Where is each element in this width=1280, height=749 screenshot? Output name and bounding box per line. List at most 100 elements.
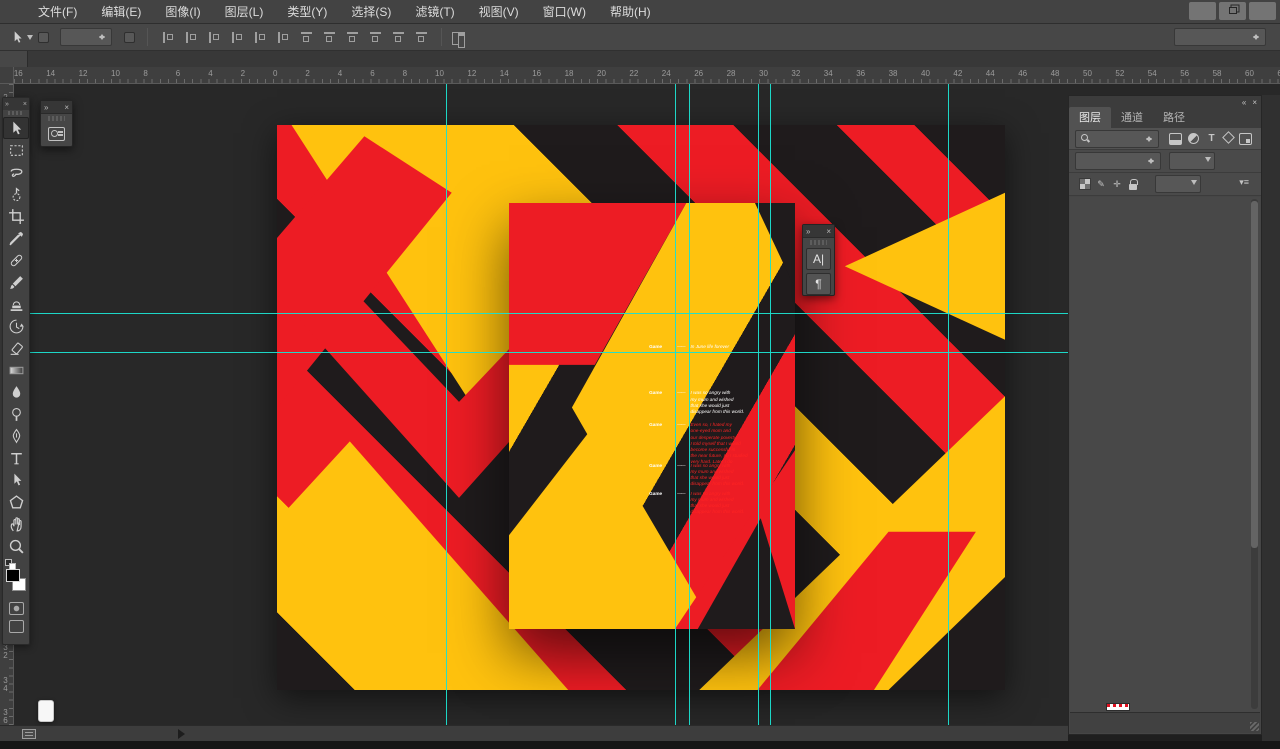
menu-item[interactable]: 视图(V): [467, 0, 531, 24]
opacity-dropdown[interactable]: [1169, 152, 1215, 170]
menu-item[interactable]: 帮助(H): [598, 0, 663, 24]
guide[interactable]: [446, 84, 447, 725]
clone-stamp-tool[interactable]: [3, 293, 29, 315]
quick-selection-tool[interactable]: [3, 183, 29, 205]
expand-icon[interactable]: »: [806, 227, 810, 236]
restore-button[interactable]: [1219, 2, 1246, 20]
eraser-tool[interactable]: [3, 337, 29, 359]
panel-grip[interactable]: [810, 240, 827, 245]
guide[interactable]: [689, 84, 690, 725]
menu-item[interactable]: 图像(I): [153, 0, 212, 24]
rectangular-marquee-tool[interactable]: [3, 139, 29, 161]
dodge-tool[interactable]: [3, 403, 29, 425]
blend-mode-dropdown[interactable]: [1075, 152, 1161, 170]
top-ruler[interactable]: 1614121086420246810121416182022242628303…: [14, 67, 1280, 84]
expand-icon[interactable]: »: [44, 103, 48, 112]
auto-select-checkbox[interactable]: [38, 32, 49, 43]
guide[interactable]: [675, 84, 676, 725]
filter-type-dropdown[interactable]: [1075, 130, 1159, 148]
panel-grip[interactable]: [48, 116, 65, 121]
ruler-number: 6: [370, 69, 374, 78]
menu-item[interactable]: 窗口(W): [531, 0, 598, 24]
move-tool[interactable]: [3, 117, 29, 139]
window-controls: [1189, 2, 1276, 20]
guide[interactable]: [948, 84, 949, 725]
menu-item[interactable]: 文件(F): [26, 0, 89, 24]
panel-tab[interactable]: 图层: [1069, 107, 1111, 128]
gradient-tool[interactable]: [3, 359, 29, 381]
panel-menu-icon[interactable]: ▾≡: [1233, 177, 1255, 191]
panel-button[interactable]: A|: [806, 248, 831, 270]
fill-dropdown[interactable]: [1155, 175, 1201, 193]
path-selection-tool[interactable]: [3, 469, 29, 491]
status-menu-arrow-icon[interactable]: [178, 729, 190, 739]
menu-item[interactable]: 选择(S): [339, 0, 403, 24]
guide[interactable]: [758, 84, 759, 725]
auto-select-dropdown[interactable]: [60, 28, 112, 46]
eyedropper-tool[interactable]: [3, 227, 29, 249]
ruler-number: 22: [629, 69, 638, 78]
minimize-button[interactable]: [1189, 2, 1216, 20]
lock-all-icon[interactable]: [1127, 178, 1139, 190]
close-icon[interactable]: ×: [826, 227, 831, 236]
ruler-number: 4: [208, 69, 212, 78]
foreground-color-swatch[interactable]: [6, 569, 20, 582]
poster-brand: [578, 550, 715, 552]
expand-icon[interactable]: »: [5, 101, 9, 108]
layers-scrollbar[interactable]: [1251, 199, 1258, 709]
menu-item[interactable]: 类型(Y): [275, 0, 339, 24]
close-icon[interactable]: ×: [23, 101, 27, 108]
auto-align-button[interactable]: [449, 29, 467, 45]
hand-tool[interactable]: [3, 513, 29, 535]
panel-tab[interactable]: 路径: [1153, 107, 1195, 128]
filter-adjustment-icon[interactable]: [1188, 133, 1199, 144]
history-brush-tool[interactable]: [3, 315, 29, 337]
filter-type-icon[interactable]: T: [1205, 133, 1218, 145]
crop-tool[interactable]: [3, 205, 29, 227]
close-button[interactable]: [1249, 2, 1276, 20]
layers-panel-footer: [1070, 712, 1260, 733]
close-icon[interactable]: ×: [64, 103, 69, 112]
workspace-switcher[interactable]: [1174, 28, 1266, 46]
close-icon[interactable]: ×: [1252, 98, 1257, 107]
filter-shape-icon[interactable]: [1222, 131, 1235, 144]
screen-mode-button[interactable]: [9, 620, 24, 633]
filter-smart-icon[interactable]: [1239, 133, 1252, 145]
poster-text-row: Game —— Even so, I hated my one-eyed mom…: [649, 422, 781, 465]
menu-item[interactable]: 图层(L): [213, 0, 276, 24]
guide[interactable]: [14, 352, 1068, 353]
blur-tool[interactable]: [3, 381, 29, 403]
partial-layer-row[interactable]: [1070, 703, 1260, 712]
lock-brush-icon[interactable]: ✎: [1095, 178, 1107, 190]
panel-tab[interactable]: 通道: [1111, 107, 1153, 128]
menu-bar: 文件(F)编辑(E)图像(I)图层(L)类型(Y)选择(S)滤镜(T)视图(V)…: [0, 0, 1280, 24]
menu-item[interactable]: 编辑(E): [89, 0, 153, 24]
lock-move-icon[interactable]: ✛: [1111, 178, 1123, 190]
menu-item[interactable]: 滤镜(T): [403, 0, 466, 24]
spot-healing-tool[interactable]: [3, 249, 29, 271]
document-tab[interactable]: [0, 51, 28, 67]
lock-transparent-icon[interactable]: [1079, 178, 1091, 190]
guide[interactable]: [770, 84, 771, 725]
move-tool-badge[interactable]: [10, 30, 33, 45]
panel-tabs: 图层通道路径: [1069, 108, 1261, 128]
ruler-number: 2: [305, 69, 309, 78]
brush-tool[interactable]: [3, 271, 29, 293]
lasso-tool[interactable]: [3, 161, 29, 183]
shape-tool[interactable]: [3, 491, 29, 513]
type-tool[interactable]: [3, 447, 29, 469]
scrollbar-thumb[interactable]: [1251, 201, 1258, 548]
panel-thumbnail-icon[interactable]: [48, 127, 65, 141]
toolbar-grip[interactable]: [8, 111, 24, 115]
panel-button[interactable]: ¶: [806, 273, 831, 295]
quick-mask-button[interactable]: [9, 602, 24, 615]
ruler-number: 52: [1115, 69, 1124, 78]
guide[interactable]: [14, 313, 1068, 314]
panel-resize-grip[interactable]: [1250, 722, 1259, 731]
filter-pixel-icon[interactable]: [1169, 133, 1182, 145]
layer-filter-row: T: [1069, 128, 1261, 150]
pen-tool[interactable]: [3, 425, 29, 447]
collapse-dock-icon[interactable]: «: [1242, 98, 1246, 107]
show-transform-checkbox[interactable]: [124, 32, 135, 43]
zoom-tool[interactable]: [3, 535, 29, 557]
